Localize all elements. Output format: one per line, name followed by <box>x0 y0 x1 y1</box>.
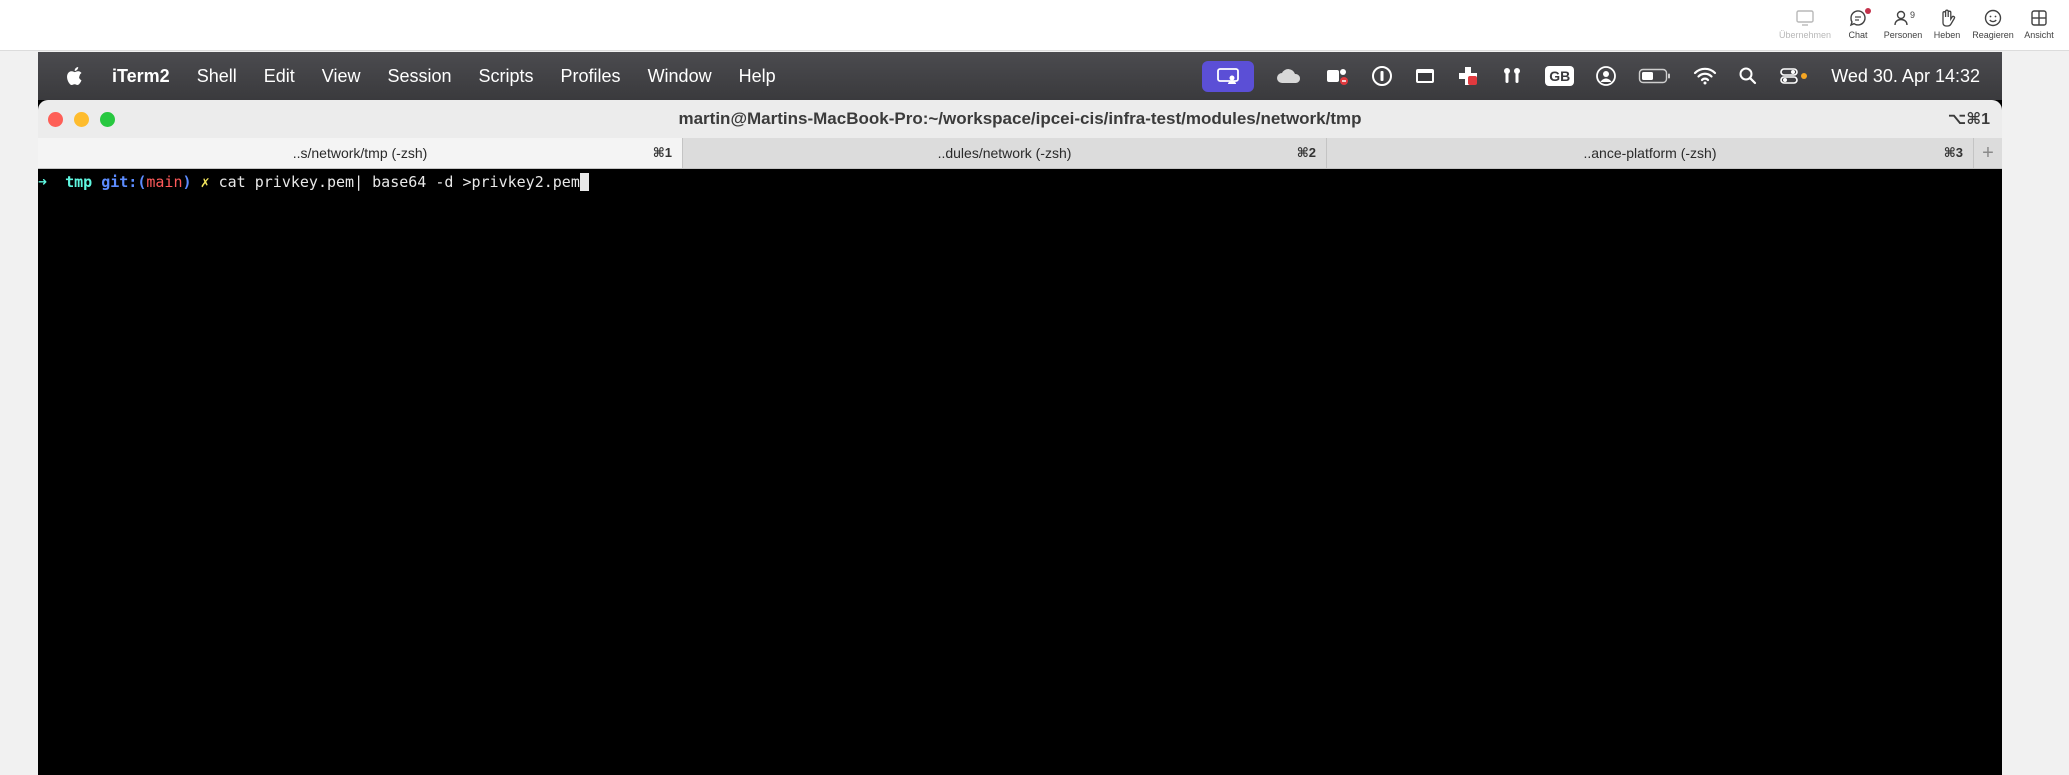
menu-help[interactable]: Help <box>739 66 776 87</box>
tab-label: ..s/network/tmp (-zsh) <box>292 145 428 161</box>
prompt-git-label: git:( <box>101 173 147 191</box>
shared-screen: iTerm2 Shell Edit View Session Scripts P… <box>38 52 2002 775</box>
window-shortcut: ⌥⌘1 <box>1947 111 1990 128</box>
menu-session[interactable]: Session <box>387 66 451 87</box>
people-count: 9 <box>1910 10 1916 20</box>
chat-icon <box>1848 6 1871 30</box>
window-title: martin@Martins-MacBook-Pro:~/workspace/i… <box>678 109 1362 128</box>
people-icon: 9 <box>1893 6 1916 30</box>
new-tab-button[interactable]: + <box>1974 138 2002 168</box>
share-screen-icon <box>1795 6 1815 30</box>
tab-modules-network[interactable]: ..dules/network (-zsh) ⌘2 <box>683 138 1327 168</box>
raise-hand-label: Heben <box>1933 30 1961 40</box>
menu-window[interactable]: Window <box>648 66 712 87</box>
menu-edit[interactable]: Edit <box>264 66 295 87</box>
teams-status-icon[interactable] <box>1324 65 1350 87</box>
view-label: Ansicht <box>2024 30 2054 40</box>
window-titlebar[interactable]: martin@Martins-MacBook-Pro:~/workspace/i… <box>38 100 2002 139</box>
smiley-icon <box>1983 6 2003 30</box>
take-control-button[interactable]: Übernehmen <box>1778 6 1832 46</box>
menu-scripts[interactable]: Scripts <box>479 66 534 87</box>
iterm-window: martin@Martins-MacBook-Pro:~/workspace/i… <box>38 100 2002 775</box>
view-button[interactable]: Ansicht <box>2012 6 2066 46</box>
menu-app-name[interactable]: iTerm2 <box>112 66 170 87</box>
prompt-git-close: ) <box>182 173 192 191</box>
apple-logo-icon[interactable] <box>64 64 86 88</box>
password-manager-icon[interactable] <box>1371 65 1393 87</box>
tab-network-tmp[interactable]: ..s/network/tmp (-zsh) ⌘1 <box>38 138 683 168</box>
prompt-arrow: ➜ <box>38 173 48 191</box>
terminal-prompt-line: ➜ tmp git:(main) ✗ cat privkey.pem| base… <box>38 173 589 191</box>
user-account-icon[interactable] <box>1595 65 1617 87</box>
prompt-git-branch: main <box>146 173 183 191</box>
prompt-dirty-marker: ✗ <box>200 173 210 191</box>
keyboard-layout-icon[interactable]: GB <box>1545 66 1575 86</box>
tab-bar: ..s/network/tmp (-zsh) ⌘1 ..dules/networ… <box>38 138 2002 169</box>
control-center-icon[interactable] <box>1779 66 1809 86</box>
screen-sharing-icon[interactable] <box>1202 60 1255 92</box>
spotlight-search-icon[interactable] <box>1738 66 1758 86</box>
terminal-command: cat privkey.pem| base64 -d >privkey2.pem <box>218 173 580 191</box>
terminal-pane[interactable]: ➜ tmp git:(main) ✗ cat privkey.pem| base… <box>38 169 2002 775</box>
tab-shortcut: ⌘3 <box>1943 145 1963 160</box>
react-label: Reagieren <box>1972 30 2014 40</box>
raise-hand-icon <box>1937 6 1957 30</box>
meeting-toolbar: Übernehmen Chat 9 Personen Heben Reagier… <box>0 0 2069 51</box>
wifi-icon[interactable] <box>1693 66 1717 86</box>
tab-shortcut: ⌘2 <box>1296 145 1316 160</box>
tab-label: ..dules/network (-zsh) <box>937 145 1072 161</box>
chat-label: Chat <box>1848 30 1868 40</box>
prompt-directory: tmp <box>65 173 93 191</box>
tab-shortcut: ⌘1 <box>652 145 672 160</box>
chat-unread-dot <box>1865 8 1871 14</box>
cloud-icon[interactable] <box>1275 67 1303 85</box>
mac-menubar: iTerm2 Shell Edit View Session Scripts P… <box>38 52 2002 100</box>
grid-view-icon <box>2029 6 2049 30</box>
menu-profiles[interactable]: Profiles <box>561 66 621 87</box>
tab-ance-platform[interactable]: ..ance-platform (-zsh) ⌘3 <box>1327 138 1974 168</box>
take-control-label: Übernehmen <box>1778 30 1832 40</box>
tab-label: ..ance-platform (-zsh) <box>1583 145 1717 161</box>
menu-shell[interactable]: Shell <box>197 66 237 87</box>
menu-view[interactable]: View <box>322 66 361 87</box>
people-label: Personen <box>1883 30 1923 40</box>
battery-icon[interactable] <box>1638 67 1672 85</box>
menubar-status-area: GB Wed 30. Apr 14:32 <box>1202 52 2002 100</box>
health-app-icon[interactable] <box>1457 65 1479 87</box>
airpods-icon[interactable] <box>1500 65 1524 87</box>
menubar-clock[interactable]: Wed 30. Apr 14:32 <box>1831 66 1980 87</box>
window-manager-icon[interactable] <box>1414 66 1436 86</box>
keyboard-layout-label: GB <box>1545 66 1575 86</box>
terminal-cursor <box>579 173 589 191</box>
